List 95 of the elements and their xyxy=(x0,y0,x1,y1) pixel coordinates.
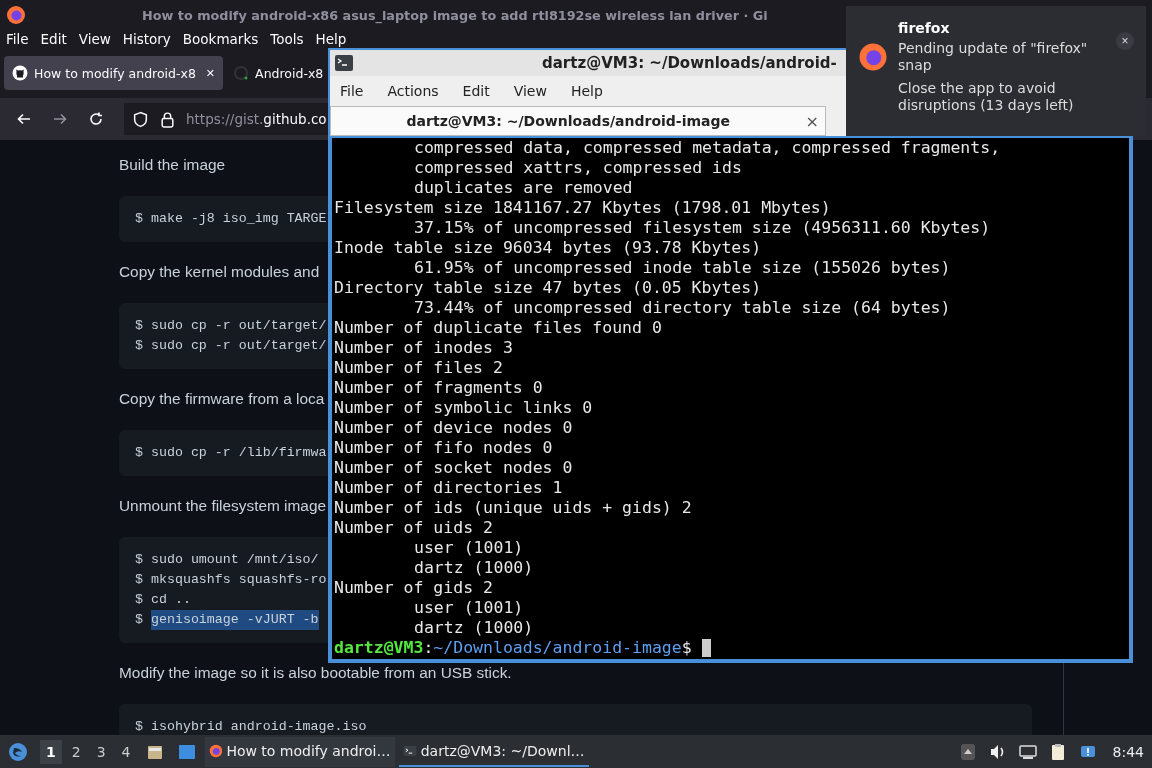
code-text: isohybrid android-image.iso xyxy=(151,718,367,735)
menu-item[interactable]: View xyxy=(78,31,111,47)
menu-item[interactable]: Help xyxy=(570,83,603,99)
terminal-line: Number of fragments 0 xyxy=(334,378,543,398)
terminal-line: Number of symbolic links 0 xyxy=(334,398,593,418)
prompt-colon: : xyxy=(423,638,434,658)
code-prompt: $ xyxy=(135,317,143,335)
code-text: genisoimage -vJURT -b xyxy=(151,610,319,630)
code-prompt: $ xyxy=(135,210,143,228)
code-text: mksquashfs squashfs-ro xyxy=(151,571,327,589)
menu-item[interactable]: Edit xyxy=(462,83,490,99)
notification-message: Pending update of "firefox" snap xyxy=(898,40,1089,74)
browser-tab[interactable]: Android-x8 xyxy=(227,56,324,90)
notification-detail: Close the app to avoid disruptions (13 days left) xyxy=(898,80,1075,114)
terminal-line: duplicates are removed xyxy=(413,178,633,198)
terminal-line: Number of socket nodes 0 xyxy=(334,458,573,478)
workspace-button[interactable]: 1 xyxy=(40,739,62,764)
terminal-line: user (1001) xyxy=(413,538,524,558)
terminal-line: user (1001) xyxy=(413,598,524,618)
terminal-line: dartz (1000) xyxy=(413,558,534,578)
task-button[interactable]: How to modify androi… xyxy=(204,736,395,767)
paragraph: Copy the firmware from a loca xyxy=(119,389,325,409)
menu-item[interactable]: Edit xyxy=(40,31,67,47)
menu-item[interactable]: File xyxy=(340,83,364,99)
code-text: cd .. xyxy=(151,591,191,609)
menu-item[interactable]: View xyxy=(513,83,547,99)
clock: 8:44 xyxy=(1112,743,1144,760)
back-icon[interactable] xyxy=(16,111,32,127)
terminal-line: 73.44% of uncompressed directory table size (64 bytes) xyxy=(413,298,951,318)
code-prompt: $ xyxy=(135,718,143,735)
lock-icon xyxy=(159,110,176,128)
workspace-button[interactable]: 3 xyxy=(90,739,112,764)
terminal-line: Number of gids 2 xyxy=(334,578,493,598)
code-text: sudo cp -r /lib/firmwa xyxy=(151,444,327,462)
code-text: sudo umount /mnt/iso/ xyxy=(151,551,319,569)
terminal-line: Filesystem size 1841167.27 Kbytes (1798.01 Mbytes) xyxy=(334,198,831,218)
terminal-line: Number of fifo nodes 0 xyxy=(334,438,553,458)
workspace-button[interactable]: 4 xyxy=(115,739,137,764)
code-prompt: $ xyxy=(135,551,143,569)
window-title: dartz@VM3: ~/Downloads/android- xyxy=(542,54,837,72)
workspace-button[interactable]: 2 xyxy=(65,739,87,764)
paragraph: Copy the kernel modules and xyxy=(119,262,320,282)
close-tab-button[interactable]: ✕ xyxy=(205,66,216,80)
code-text: sudo cp -r out/target/ xyxy=(151,337,327,355)
window-title: How to modify android-x86 asus_laptop image to add rtl8192se wireless lan driver · Gi xyxy=(142,7,768,23)
code-prompt: $ xyxy=(135,444,143,462)
terminal-line: Number of duplicate files found 0 xyxy=(334,318,662,338)
terminal-line: 61.95% of uncompressed inode table size (155026 bytes) xyxy=(413,258,951,278)
github-icon xyxy=(12,65,28,81)
terminal-line: Directory table size 47 bytes (0.05 Kbytes) xyxy=(334,278,762,298)
paragraph: Unmount the filesystem image xyxy=(119,496,326,516)
firefox-logo-icon xyxy=(858,42,888,72)
start-menu-icon[interactable] xyxy=(8,741,28,762)
tab-label: How to modify android-x8 xyxy=(34,65,196,81)
terminal-line: compressed xattrs, compressed ids xyxy=(413,158,742,178)
code-prompt: $ xyxy=(135,337,143,355)
code-prompt: $ xyxy=(135,611,143,629)
paragraph: Build the image xyxy=(119,155,226,175)
browser-tab[interactable]: How to modify android-x8 ✕ xyxy=(4,56,224,90)
prompt-user: dartz@VM3 xyxy=(334,638,424,658)
menu-item[interactable]: History xyxy=(122,31,171,47)
code-prompt: $ xyxy=(135,591,143,609)
prompt-symbol: $ xyxy=(681,638,692,658)
terminal-line: dartz (1000) xyxy=(413,618,534,638)
prompt-path: ~/Downloads/android-image xyxy=(433,638,682,658)
terminal-line: compressed data, compressed metadata, compressed fragments, xyxy=(413,138,1001,158)
firefox-logo-icon xyxy=(6,5,26,25)
cursor xyxy=(701,639,711,657)
terminal-line: Inode table size 96034 bytes (93.78 Kbytes) xyxy=(334,238,762,258)
terminal-line: Number of files 2 xyxy=(334,358,503,378)
menu-item[interactable]: Tools xyxy=(270,31,304,47)
paragraph: Modify the image so it is also bootable from an USB stick. xyxy=(119,663,512,683)
code-text: make -j8 iso_img TARGE xyxy=(151,210,327,228)
reload-icon[interactable] xyxy=(88,111,104,127)
terminal-line: Number of directories 1 xyxy=(334,478,563,498)
shield-icon xyxy=(132,110,149,128)
tab-label: Android-x8 xyxy=(255,65,324,81)
menu-item[interactable]: File xyxy=(6,31,29,47)
terminal-line: Number of inodes 3 xyxy=(334,338,513,358)
code-text: sudo cp -r out/target/ xyxy=(151,317,327,335)
code-prompt: $ xyxy=(135,571,143,589)
close-button[interactable]: × xyxy=(1116,32,1134,50)
close-tab-button[interactable]: × xyxy=(805,111,819,131)
menu-item[interactable]: Actions xyxy=(387,83,439,99)
terminal-line: Number of device nodes 0 xyxy=(334,418,573,438)
loading-icon xyxy=(233,65,250,81)
notification-app: firefox xyxy=(898,20,951,36)
menu-item[interactable]: Bookmarks xyxy=(182,31,259,47)
forward-icon[interactable] xyxy=(52,111,68,127)
terminal-tab[interactable]: dartz@VM3: ~/Downloads/android-image × xyxy=(330,106,826,136)
menu-item[interactable]: Help xyxy=(315,31,347,47)
terminal-line: Number of uids 2 xyxy=(334,518,493,538)
terminal-line: Number of ids (unique uids + gids) 2 xyxy=(334,498,692,518)
terminal-line: 37.15% of uncompressed filesystem size (4956311.60 Kbytes) xyxy=(413,218,991,238)
terminal-icon xyxy=(334,53,354,73)
